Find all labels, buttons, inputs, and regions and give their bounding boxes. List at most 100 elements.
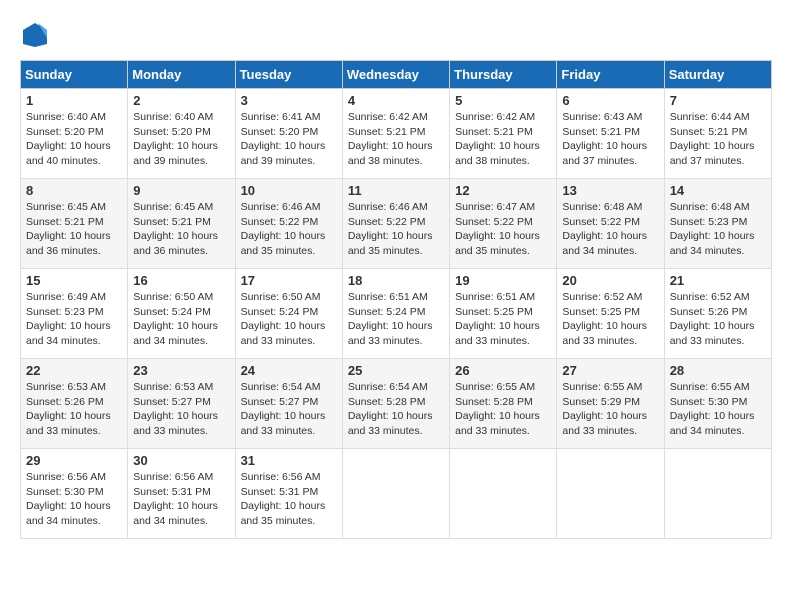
day-number: 17	[241, 273, 337, 288]
sunset-text: Sunset: 5:28 PM	[455, 395, 551, 410]
header-friday: Friday	[557, 61, 664, 89]
daylight-text: Daylight: 10 hours and 36 minutes.	[26, 229, 122, 258]
sunrise-text: Sunrise: 6:51 AM	[348, 290, 444, 305]
sunset-text: Sunset: 5:24 PM	[348, 305, 444, 320]
sunrise-text: Sunrise: 6:47 AM	[455, 200, 551, 215]
day-number: 25	[348, 363, 444, 378]
header-monday: Monday	[128, 61, 235, 89]
day-number: 5	[455, 93, 551, 108]
calendar-week-row: 22Sunrise: 6:53 AMSunset: 5:26 PMDayligh…	[21, 359, 772, 449]
daylight-text: Daylight: 10 hours and 35 minutes.	[455, 229, 551, 258]
calendar-cell-6: 6Sunrise: 6:43 AMSunset: 5:21 PMDaylight…	[557, 89, 664, 179]
sunset-text: Sunset: 5:21 PM	[455, 125, 551, 140]
daylight-text: Daylight: 10 hours and 37 minutes.	[670, 139, 766, 168]
sunset-text: Sunset: 5:26 PM	[26, 395, 122, 410]
daylight-text: Daylight: 10 hours and 37 minutes.	[562, 139, 658, 168]
empty-cell	[557, 449, 664, 539]
sunset-text: Sunset: 5:21 PM	[348, 125, 444, 140]
day-number: 8	[26, 183, 122, 198]
header-sunday: Sunday	[21, 61, 128, 89]
sunrise-text: Sunrise: 6:54 AM	[348, 380, 444, 395]
calendar-cell-22: 22Sunrise: 6:53 AMSunset: 5:26 PMDayligh…	[21, 359, 128, 449]
sunrise-text: Sunrise: 6:40 AM	[133, 110, 229, 125]
daylight-text: Daylight: 10 hours and 35 minutes.	[348, 229, 444, 258]
day-number: 24	[241, 363, 337, 378]
daylight-text: Daylight: 10 hours and 33 minutes.	[562, 409, 658, 438]
daylight-text: Daylight: 10 hours and 34 minutes.	[670, 229, 766, 258]
empty-cell	[664, 449, 771, 539]
calendar-cell-9: 9Sunrise: 6:45 AMSunset: 5:21 PMDaylight…	[128, 179, 235, 269]
calendar-cell-21: 21Sunrise: 6:52 AMSunset: 5:26 PMDayligh…	[664, 269, 771, 359]
daylight-text: Daylight: 10 hours and 34 minutes.	[26, 499, 122, 528]
day-number: 21	[670, 273, 766, 288]
sunrise-text: Sunrise: 6:53 AM	[133, 380, 229, 395]
calendar-cell-4: 4Sunrise: 6:42 AMSunset: 5:21 PMDaylight…	[342, 89, 449, 179]
calendar-header-row: SundayMondayTuesdayWednesdayThursdayFrid…	[21, 61, 772, 89]
sunset-text: Sunset: 5:20 PM	[241, 125, 337, 140]
sunset-text: Sunset: 5:27 PM	[241, 395, 337, 410]
sunset-text: Sunset: 5:22 PM	[348, 215, 444, 230]
calendar-cell-17: 17Sunrise: 6:50 AMSunset: 5:24 PMDayligh…	[235, 269, 342, 359]
empty-cell	[342, 449, 449, 539]
sunrise-text: Sunrise: 6:45 AM	[26, 200, 122, 215]
sunset-text: Sunset: 5:24 PM	[133, 305, 229, 320]
calendar-cell-8: 8Sunrise: 6:45 AMSunset: 5:21 PMDaylight…	[21, 179, 128, 269]
daylight-text: Daylight: 10 hours and 33 minutes.	[455, 409, 551, 438]
calendar-cell-13: 13Sunrise: 6:48 AMSunset: 5:22 PMDayligh…	[557, 179, 664, 269]
day-number: 10	[241, 183, 337, 198]
daylight-text: Daylight: 10 hours and 35 minutes.	[241, 229, 337, 258]
empty-cell	[450, 449, 557, 539]
day-number: 11	[348, 183, 444, 198]
day-number: 3	[241, 93, 337, 108]
day-number: 27	[562, 363, 658, 378]
daylight-text: Daylight: 10 hours and 39 minutes.	[133, 139, 229, 168]
day-number: 20	[562, 273, 658, 288]
daylight-text: Daylight: 10 hours and 34 minutes.	[562, 229, 658, 258]
daylight-text: Daylight: 10 hours and 33 minutes.	[26, 409, 122, 438]
day-number: 26	[455, 363, 551, 378]
daylight-text: Daylight: 10 hours and 33 minutes.	[348, 319, 444, 348]
sunrise-text: Sunrise: 6:51 AM	[455, 290, 551, 305]
daylight-text: Daylight: 10 hours and 38 minutes.	[348, 139, 444, 168]
sunrise-text: Sunrise: 6:52 AM	[670, 290, 766, 305]
sunset-text: Sunset: 5:25 PM	[455, 305, 551, 320]
sunset-text: Sunset: 5:22 PM	[241, 215, 337, 230]
calendar-cell-19: 19 Sunrise: 6:51 AMSunset: 5:25 PMDayligh…	[450, 269, 557, 359]
day-number: 2	[133, 93, 229, 108]
day-number: 18	[348, 273, 444, 288]
sunrise-text: Sunrise: 6:56 AM	[26, 470, 122, 485]
daylight-text: Daylight: 10 hours and 38 minutes.	[455, 139, 551, 168]
day-number: 1	[26, 93, 122, 108]
sunset-text: Sunset: 5:20 PM	[133, 125, 229, 140]
daylight-text: Daylight: 10 hours and 33 minutes.	[241, 409, 337, 438]
sunset-text: Sunset: 5:27 PM	[133, 395, 229, 410]
day-number: 15	[26, 273, 122, 288]
day-number: 28	[670, 363, 766, 378]
sunrise-text: Sunrise: 6:56 AM	[133, 470, 229, 485]
calendar-cell-11: 11Sunrise: 6:46 AMSunset: 5:22 PMDayligh…	[342, 179, 449, 269]
header-thursday: Thursday	[450, 61, 557, 89]
sunrise-text: Sunrise: 6:55 AM	[670, 380, 766, 395]
header-saturday: Saturday	[664, 61, 771, 89]
daylight-text: Daylight: 10 hours and 34 minutes.	[133, 319, 229, 348]
sunrise-text: Sunrise: 6:42 AM	[455, 110, 551, 125]
calendar-cell-30: 30Sunrise: 6:56 AMSunset: 5:31 PMDayligh…	[128, 449, 235, 539]
sunset-text: Sunset: 5:20 PM	[26, 125, 122, 140]
sunrise-text: Sunrise: 6:45 AM	[133, 200, 229, 215]
day-number: 14	[670, 183, 766, 198]
daylight-text: Daylight: 10 hours and 34 minutes.	[670, 409, 766, 438]
calendar-week-row: 8Sunrise: 6:45 AMSunset: 5:21 PMDaylight…	[21, 179, 772, 269]
sunrise-text: Sunrise: 6:52 AM	[562, 290, 658, 305]
calendar-cell-10: 10Sunrise: 6:46 AMSunset: 5:22 PMDayligh…	[235, 179, 342, 269]
sunrise-text: Sunrise: 6:55 AM	[562, 380, 658, 395]
day-number: 19	[455, 273, 551, 288]
sunrise-text: Sunrise: 6:43 AM	[562, 110, 658, 125]
sunset-text: Sunset: 5:24 PM	[241, 305, 337, 320]
sunrise-text: Sunrise: 6:48 AM	[562, 200, 658, 215]
daylight-text: Daylight: 10 hours and 34 minutes.	[133, 499, 229, 528]
sunrise-text: Sunrise: 6:41 AM	[241, 110, 337, 125]
sunset-text: Sunset: 5:31 PM	[133, 485, 229, 500]
day-number: 9	[133, 183, 229, 198]
day-number: 6	[562, 93, 658, 108]
daylight-text: Daylight: 10 hours and 33 minutes.	[455, 319, 551, 348]
